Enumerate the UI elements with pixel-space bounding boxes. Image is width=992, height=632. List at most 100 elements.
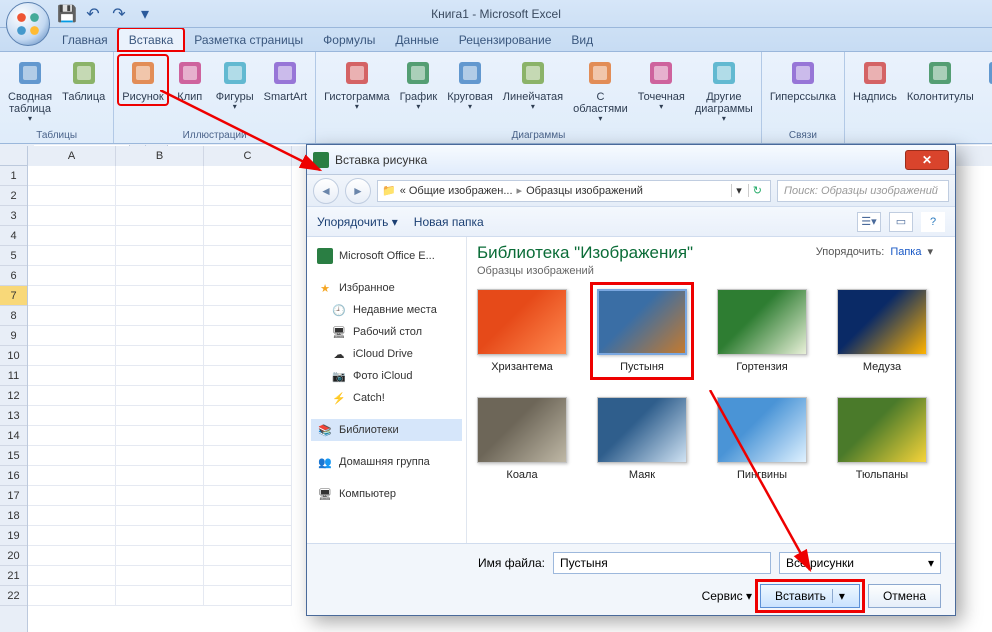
thumbnail-item[interactable]: Пингвины <box>717 397 807 481</box>
cell[interactable] <box>116 326 204 346</box>
ribbon-btn-фигуры[interactable]: Фигуры▾ <box>212 55 258 113</box>
row-header[interactable]: 22 <box>0 586 27 606</box>
row-header[interactable]: 20 <box>0 546 27 566</box>
cell[interactable] <box>28 566 116 586</box>
ribbon-tab-0[interactable]: Главная <box>52 29 118 51</box>
cell[interactable] <box>116 206 204 226</box>
thumbnail-item[interactable]: Коала <box>477 397 567 481</box>
ribbon-btn-клип[interactable]: Клип <box>170 55 210 105</box>
thumbnail-item[interactable]: Медуза <box>837 289 927 373</box>
organize-menu[interactable]: Упорядочить ▾ <box>317 215 398 229</box>
column-header[interactable]: B <box>116 146 204 166</box>
row-header[interactable]: 10 <box>0 346 27 366</box>
cell[interactable] <box>204 426 292 446</box>
sidebar-fav-item[interactable]: 📷Фото iCloud <box>311 365 462 387</box>
row-header[interactable]: 13 <box>0 406 27 426</box>
ribbon-btn-график[interactable]: График▾ <box>396 55 442 113</box>
cell[interactable] <box>28 246 116 266</box>
row-header[interactable]: 11 <box>0 366 27 386</box>
row-header[interactable]: 1 <box>0 166 27 186</box>
sidebar-fav-item[interactable]: 🖥Рабочий стол <box>311 321 462 343</box>
cell[interactable] <box>204 306 292 326</box>
cell[interactable] <box>204 266 292 286</box>
cell[interactable] <box>116 546 204 566</box>
ribbon-btn-колонтитулы[interactable]: Колонтитулы <box>903 55 978 105</box>
cell[interactable] <box>116 526 204 546</box>
ribbon-btn-smartart[interactable]: SmartArt <box>260 55 311 105</box>
row-header[interactable]: 4 <box>0 226 27 246</box>
cell[interactable] <box>204 226 292 246</box>
cell[interactable] <box>204 546 292 566</box>
cell[interactable] <box>204 206 292 226</box>
column-header[interactable]: C <box>204 146 292 166</box>
cell[interactable] <box>204 406 292 426</box>
cell[interactable] <box>116 266 204 286</box>
cell[interactable] <box>28 206 116 226</box>
cell[interactable] <box>28 286 116 306</box>
cell[interactable] <box>116 466 204 486</box>
row-header[interactable]: 19 <box>0 526 27 546</box>
ribbon-tab-6[interactable]: Вид <box>561 29 603 51</box>
cell[interactable] <box>116 566 204 586</box>
cell[interactable] <box>204 246 292 266</box>
ribbon-btn-круговая[interactable]: Круговая▾ <box>443 55 497 113</box>
cell[interactable] <box>28 266 116 286</box>
cell[interactable] <box>116 446 204 466</box>
cell[interactable] <box>204 346 292 366</box>
ribbon-btn-гиперссылка[interactable]: Гиперссылка <box>766 55 840 105</box>
cell[interactable] <box>204 566 292 586</box>
cell[interactable] <box>28 226 116 246</box>
refresh-icon[interactable]: ↻ <box>748 184 766 197</box>
row-header[interactable]: 2 <box>0 186 27 206</box>
ribbon-btn-рисунок[interactable]: Рисунок <box>118 55 168 105</box>
view-menu[interactable]: ☰▾ <box>857 212 881 232</box>
preview-toggle[interactable]: ▭ <box>889 212 913 232</box>
save-icon[interactable]: 💾 <box>56 3 78 25</box>
cell[interactable] <box>28 486 116 506</box>
cell[interactable] <box>28 326 116 346</box>
cell[interactable] <box>28 386 116 406</box>
ribbon-btn-линейчатая[interactable]: Линейчатая▾ <box>499 55 567 113</box>
sidebar-item-libraries[interactable]: 📚Библиотеки <box>311 419 462 441</box>
cell[interactable] <box>116 426 204 446</box>
thumbnail-item[interactable]: Тюльпаны <box>837 397 927 481</box>
cell[interactable] <box>204 166 292 186</box>
breadcrumb-segment[interactable]: Образцы изображений <box>526 185 643 197</box>
ribbon-btn-w[interactable]: W <box>980 55 992 105</box>
select-all-corner[interactable] <box>0 146 28 166</box>
filename-input[interactable] <box>553 552 771 574</box>
ribbon-tab-3[interactable]: Формулы <box>313 29 385 51</box>
cell[interactable] <box>116 406 204 426</box>
thumbnail-item[interactable]: Маяк <box>597 397 687 481</box>
breadcrumb[interactable]: 📁 « Общие изображен... ▸ Образцы изображ… <box>377 180 771 202</box>
filetype-select[interactable]: Все рисунки▾ <box>779 552 941 574</box>
cell[interactable] <box>204 366 292 386</box>
row-header[interactable]: 16 <box>0 466 27 486</box>
cell[interactable] <box>204 526 292 546</box>
row-header[interactable]: 12 <box>0 386 27 406</box>
ribbon-tab-2[interactable]: Разметка страницы <box>184 29 313 51</box>
cell[interactable] <box>28 466 116 486</box>
cells-area[interactable] <box>28 166 292 632</box>
cell[interactable] <box>28 506 116 526</box>
row-header[interactable]: 5 <box>0 246 27 266</box>
sort-value[interactable]: Папка <box>890 246 921 258</box>
column-header[interactable]: A <box>28 146 116 166</box>
sidebar-item-computer[interactable]: 🖥Компьютер <box>311 483 462 505</box>
qat-dropdown-icon[interactable]: ▾ <box>134 3 156 25</box>
cell[interactable] <box>204 286 292 306</box>
sidebar-item-favorites[interactable]: ★Избранное <box>311 277 462 299</box>
cell[interactable] <box>204 446 292 466</box>
ribbon-tab-4[interactable]: Данные <box>385 29 448 51</box>
ribbon-btn-надпись[interactable]: Надпись <box>849 55 901 105</box>
ribbon-tab-1[interactable]: Вставка <box>118 28 185 51</box>
cell[interactable] <box>116 506 204 526</box>
cell[interactable] <box>116 286 204 306</box>
cell[interactable] <box>204 586 292 606</box>
close-button[interactable]: ✕ <box>905 150 949 170</box>
cell[interactable] <box>116 186 204 206</box>
sort-control[interactable]: Упорядочить: Папка ▾ <box>816 245 933 258</box>
cell[interactable] <box>28 186 116 206</box>
help-icon[interactable]: ? <box>921 212 945 232</box>
new-folder-button[interactable]: Новая папка <box>414 215 484 229</box>
